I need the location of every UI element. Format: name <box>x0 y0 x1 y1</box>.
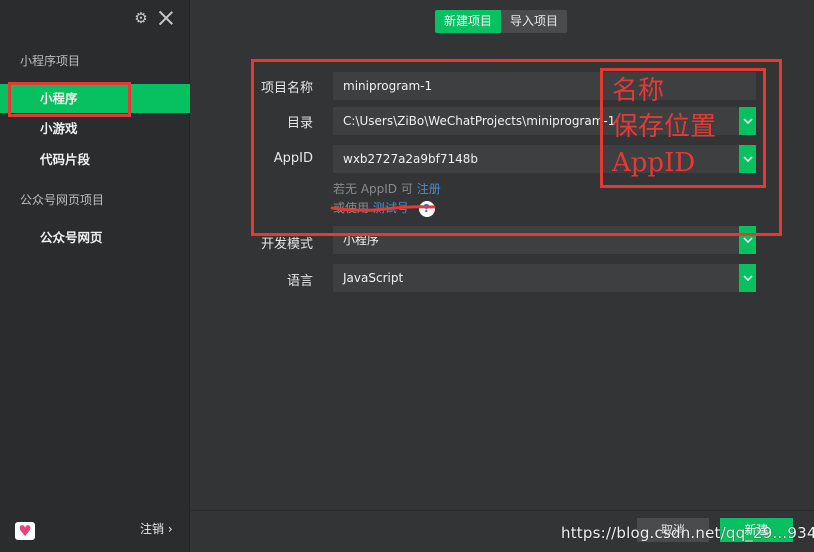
language-label: 语言 <box>286 274 313 289</box>
avatar[interactable]: ♥ <box>15 522 35 540</box>
group-title-official: 公众号网页项目 <box>20 193 105 207</box>
annotation-box-sidebar <box>8 82 131 117</box>
language-value: JavaScript <box>343 271 404 285</box>
annotation-text-name: 名称 <box>612 76 665 106</box>
gear-icon[interactable]: ⚙ <box>133 10 149 26</box>
annotation-text-location: 保存位置 <box>612 112 717 142</box>
sidebar-top-icons: ⚙ <box>133 9 175 27</box>
chevron-down-icon[interactable] <box>739 264 756 292</box>
annotation-text-appid: AppID <box>612 148 696 178</box>
logout-link[interactable]: 注销 › <box>140 520 173 537</box>
group-title-mini: 小程序项目 <box>20 54 81 68</box>
heart-icon: ♥ <box>18 522 32 540</box>
tab-new-project[interactable]: 新建项目 <box>435 10 502 33</box>
sidebar-item-minigame[interactable]: 小游戏 <box>0 114 190 143</box>
watermark: https://blog.csdn.net/qq_29...9343 <box>561 524 814 542</box>
tab-import-project[interactable]: 导入项目 <box>501 10 568 33</box>
close-icon[interactable] <box>157 9 175 27</box>
sidebar-item-official-web[interactable]: 公众号网页 <box>0 223 190 252</box>
sidebar-item-snippet[interactable]: 代码片段 <box>0 145 190 174</box>
project-type-tabs: 新建项目 导入项目 <box>435 10 568 33</box>
language-select[interactable]: JavaScript <box>333 264 756 292</box>
